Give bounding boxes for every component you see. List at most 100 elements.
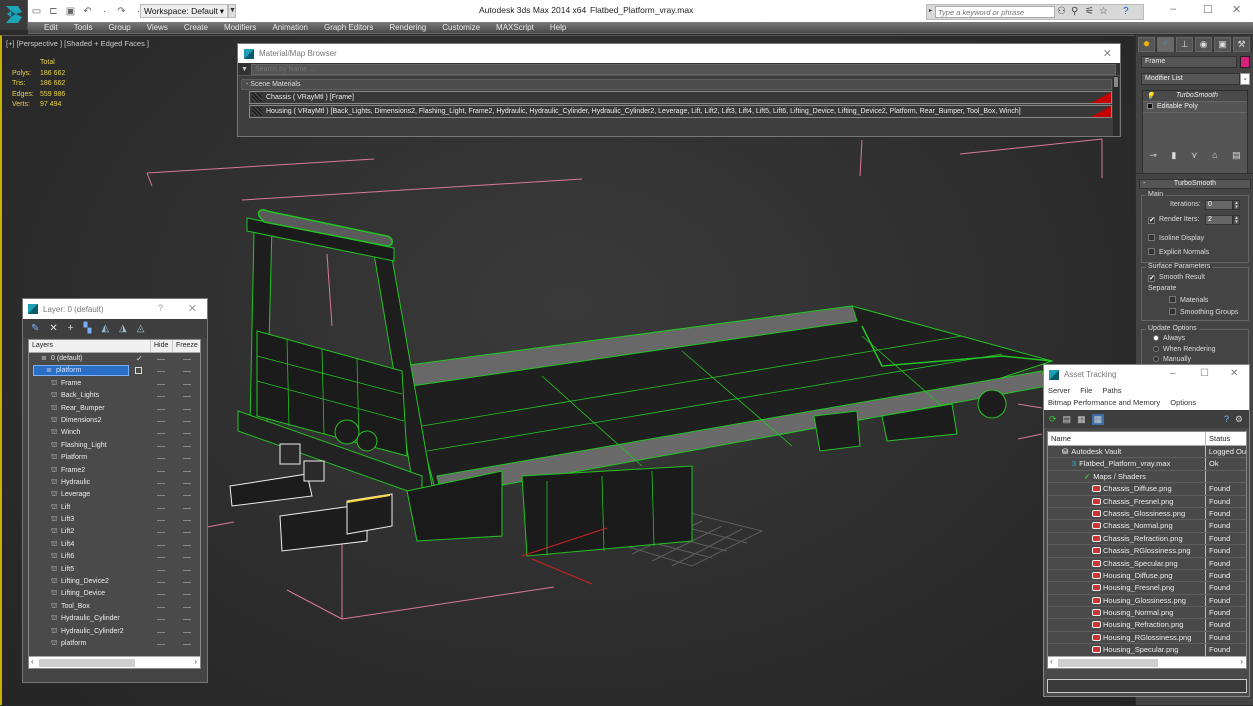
menu-file[interactable]: File (1080, 386, 1092, 395)
freeze-toggle[interactable] (183, 482, 191, 484)
spinner-arrows-icon[interactable]: ▴ ▾ (1233, 200, 1240, 210)
create-layer-icon[interactable]: ✎ (31, 323, 39, 334)
hide-toggle[interactable] (157, 520, 165, 522)
table-icon[interactable]: ▦ (1091, 413, 1105, 425)
set-current-layer-box-icon[interactable] (135, 367, 142, 375)
motion-icon[interactable]: ◉ (1195, 37, 1212, 52)
object-row[interactable]: ⛫ Winch (29, 427, 200, 439)
separate-materials-checkbox[interactable]: Materials (1169, 296, 1208, 304)
options-dropdown-icon[interactable]: ▼ (238, 66, 251, 73)
freeze-toggle[interactable] (183, 643, 191, 645)
menu-paths[interactable]: Paths (1102, 386, 1121, 395)
asset-row[interactable]: ✓ Maps / Shaders (1048, 470, 1246, 484)
layer-horizontal-scrollbar[interactable]: ‹ › (29, 656, 200, 668)
app-menu-button[interactable] (0, 0, 28, 30)
column-hide[interactable]: Hide (151, 340, 173, 352)
freeze-toggle[interactable] (183, 359, 191, 360)
material-list-scrollbar[interactable] (1113, 76, 1119, 136)
menu-bitmap-performance[interactable]: Bitmap Performance and Memory (1048, 398, 1160, 407)
hide-toggle[interactable] (157, 594, 165, 596)
satellite-icon[interactable]: ⚟ (1085, 6, 1094, 17)
object-row[interactable]: ⛫ Tool_Box (29, 601, 200, 613)
freeze-toggle[interactable] (183, 544, 191, 546)
hide-toggle[interactable] (157, 507, 165, 509)
object-row[interactable]: ⛫ Lift6 (29, 551, 200, 563)
freeze-toggle[interactable] (183, 420, 191, 422)
asset-tracking-titlebar[interactable]: Asset Tracking – ☐ ✕ (1044, 365, 1249, 384)
hide-toggle[interactable] (157, 458, 165, 460)
list-icon[interactable]: ▤ (1063, 414, 1072, 425)
freeze-toggle[interactable] (183, 569, 191, 571)
hide-toggle[interactable] (157, 433, 165, 435)
asset-horizontal-scrollbar[interactable]: ‹ › (1048, 656, 1246, 668)
minimize-icon[interactable]: – (1170, 368, 1176, 379)
freeze-toggle[interactable] (183, 532, 191, 534)
object-color-swatch[interactable] (1240, 56, 1250, 68)
star-icon[interactable]: ☆ (1099, 6, 1108, 17)
asset-row[interactable]: Chassis_Refraction.png Found (1048, 532, 1246, 546)
material-item-chassis[interactable]: Chassis ( VRayMtl ) [Frame] (249, 91, 1112, 104)
menu-group[interactable]: Group (100, 23, 138, 32)
menu-options[interactable]: Options (1170, 398, 1196, 407)
show-end-result-icon[interactable]: ▮ (1171, 150, 1176, 161)
menu-modifiers[interactable]: Modifiers (216, 23, 264, 32)
freeze-toggle[interactable] (183, 433, 191, 435)
hide-toggle[interactable] (157, 408, 165, 410)
close-icon[interactable]: ✕ (188, 302, 197, 315)
menu-tools[interactable]: Tools (66, 23, 101, 32)
menu-graph-editors[interactable]: Graph Editors (316, 23, 381, 32)
freeze-toggle[interactable] (183, 619, 191, 621)
material-item-housing[interactable]: Housing ( VRayMtl ) [Back_Lights, Dimens… (249, 105, 1112, 118)
hide-toggle[interactable] (157, 544, 165, 546)
object-row[interactable]: ⛫ Flashing_Light (29, 440, 200, 452)
refresh-icon[interactable]: ⟳ (1049, 414, 1057, 425)
freeze-toggle[interactable] (183, 594, 191, 596)
current-layer-checkmark-icon[interactable]: ✓ (136, 353, 143, 365)
hide-toggle[interactable] (157, 470, 165, 472)
close-button[interactable]: ✕ (1232, 3, 1241, 16)
scroll-left-icon[interactable]: ‹ (31, 657, 34, 666)
layer-row[interactable]: ≣ 0 (default) ✓ (29, 353, 200, 365)
hide-toggle[interactable] (157, 445, 165, 447)
hide-toggle[interactable] (157, 396, 165, 398)
object-row[interactable]: ⛫ Rear_Bumper (29, 403, 200, 415)
render-iters-checkbox[interactable]: ✔ Render Iters: (1148, 216, 1199, 224)
hide-toggle[interactable] (157, 631, 165, 633)
settings-vault-icon[interactable]: ⚙ (1235, 414, 1243, 425)
create-icon[interactable]: ✹ (1138, 37, 1155, 52)
minimize-button[interactable]: – (1170, 3, 1176, 15)
update-manually-radio[interactable]: Manually (1153, 356, 1191, 363)
explicit-normals-checkbox[interactable]: Explicit Normals (1148, 248, 1209, 256)
open-icon[interactable]: ⊏ (47, 5, 60, 18)
highlight-icon[interactable]: ◭ (101, 323, 109, 334)
menu-maxscript[interactable]: MAXScript (488, 23, 542, 32)
column-layers[interactable]: Layers (29, 340, 151, 352)
save-icon[interactable]: ▣ (64, 5, 77, 18)
lightbulb-icon[interactable]: 💡 (1146, 92, 1155, 102)
help-icon[interactable]: ? (1123, 6, 1129, 17)
scene-materials-group[interactable]: - Scene Materials (241, 79, 1112, 90)
hide-toggle[interactable] (157, 383, 165, 385)
redo-icon[interactable]: ↷ (115, 5, 128, 18)
menu-edit[interactable]: Edit (36, 23, 66, 32)
asset-row[interactable]: Housing_Diffuse.png Found (1048, 569, 1246, 583)
menu-rendering[interactable]: Rendering (381, 23, 434, 32)
select-objects-icon[interactable]: ▚ (84, 323, 92, 334)
hide-toggle[interactable] (157, 359, 165, 360)
freeze-toggle[interactable] (183, 470, 191, 472)
freeze-toggle[interactable] (183, 582, 191, 584)
pin-stack-icon[interactable]: ⊸ (1149, 150, 1157, 161)
asset-row[interactable]: Housing_Normal.png Found (1048, 607, 1246, 620)
freeze-toggle[interactable] (183, 606, 191, 608)
freeze-toggle[interactable] (183, 396, 191, 398)
object-name-field[interactable]: Frame (1141, 56, 1237, 68)
object-row[interactable]: ⛫ Lift2 (29, 526, 200, 538)
material-browser-titlebar[interactable]: Material/Map Browser ✕ (238, 44, 1120, 63)
layer-row[interactable]: ≣ platform (29, 365, 200, 377)
hide-toggle[interactable] (157, 569, 165, 571)
scroll-right-icon[interactable]: › (1240, 657, 1243, 666)
menu-views[interactable]: Views (139, 23, 176, 32)
isoline-display-checkbox[interactable]: Isoline Display (1148, 234, 1204, 242)
hide-toggle[interactable] (157, 557, 165, 559)
separate-smoothing-groups-checkbox[interactable]: Smoothing Groups (1169, 308, 1238, 316)
